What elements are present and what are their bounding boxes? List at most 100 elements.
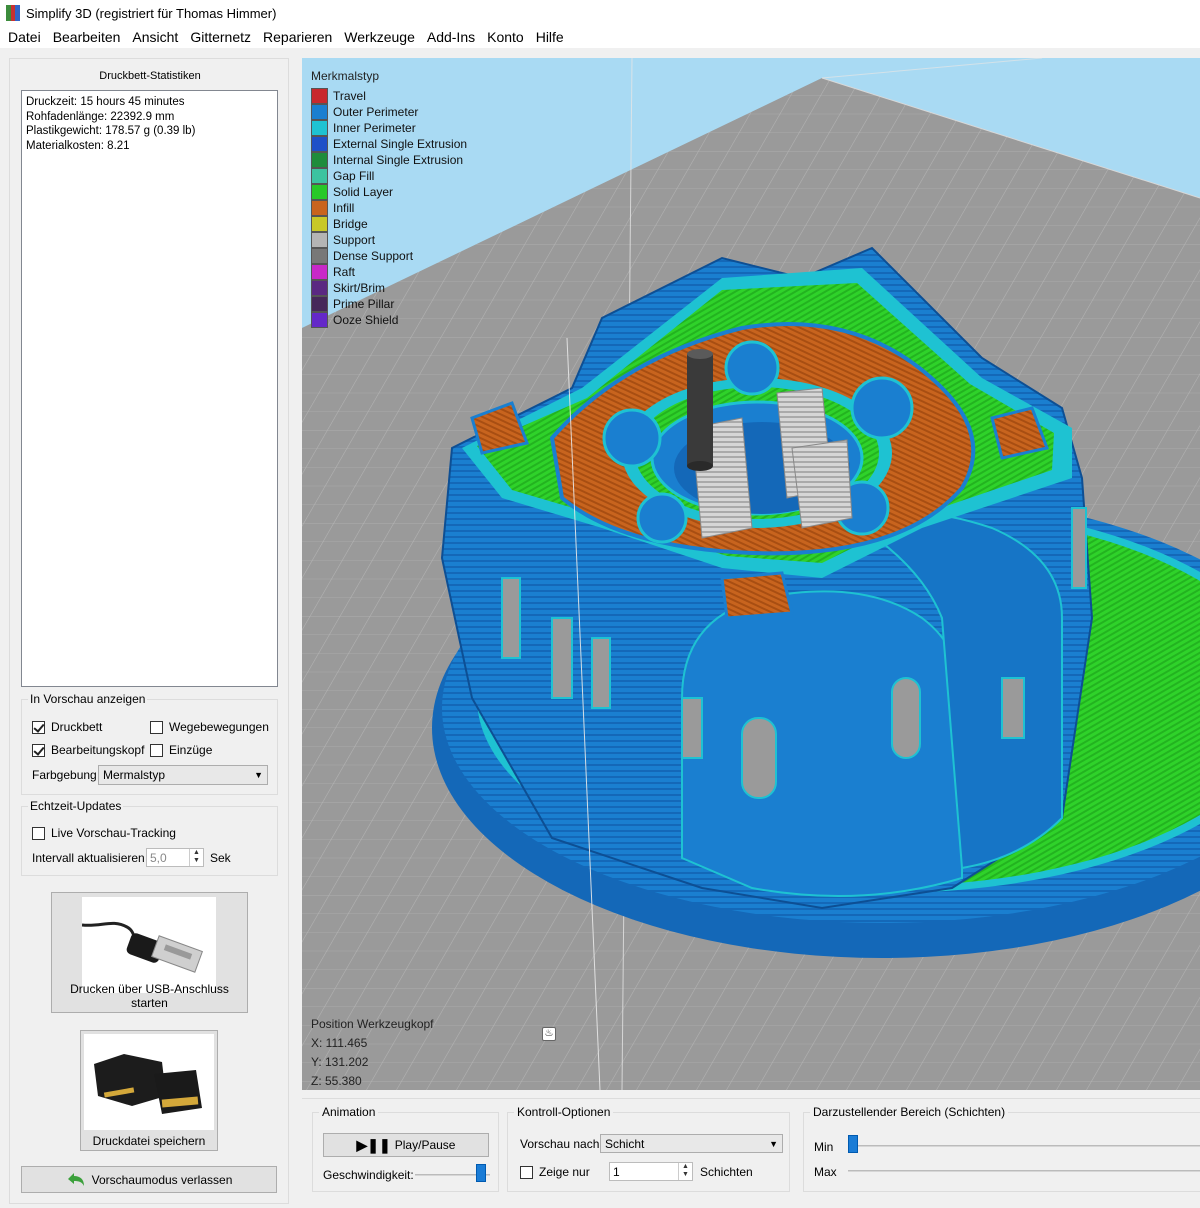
menu-gitternetz[interactable]: Gitternetz — [184, 26, 257, 48]
stats-line-print-time: Druckzeit: 15 hours 45 minutes — [26, 96, 185, 108]
live-tracking-checkbox[interactable]: Live Vorschau-Tracking — [32, 826, 176, 840]
einzuege-checkbox[interactable]: Einzüge — [150, 743, 212, 757]
stats-title: Druckbett-Statistiken — [99, 70, 201, 82]
legend-label: Skirt/Brim — [333, 281, 385, 295]
farbgebung-value: Mermalstyp — [103, 768, 166, 782]
window-title: Simplify 3D (registriert für Thomas Himm… — [26, 5, 277, 21]
menu-datei[interactable]: Datei — [2, 26, 47, 48]
speed-label: Geschwindigkeit: — [323, 1168, 414, 1182]
menu-add-ins[interactable]: Add-Ins — [421, 26, 481, 48]
interval-unit: Sek — [210, 851, 231, 865]
legend-item: Prime Pillar — [311, 296, 467, 312]
menu-bearbeiten[interactable]: Bearbeiten — [47, 26, 127, 48]
legend-label: External Single Extrusion — [333, 137, 468, 151]
range-max-slider-track[interactable] — [848, 1170, 1200, 1172]
menu-konto[interactable]: Konto — [481, 26, 530, 48]
toolhead-position-title: Position Werkzeugkopf — [311, 1017, 434, 1031]
legend-item: Inner Perimeter — [311, 120, 467, 136]
stats-line-plastic-weight: Plastikgewicht: 178.57 g (0.39 lb) — [26, 125, 196, 137]
legend-item: External Single Extrusion — [311, 136, 467, 152]
legend-swatch — [311, 280, 328, 296]
spin-arrows-icon[interactable]: ▲ ▼ — [678, 1163, 692, 1180]
show-only-checkbox-box[interactable] — [520, 1165, 533, 1179]
chevron-down-icon: ▼ — [769, 1139, 778, 1149]
interval-value: 5,0 — [150, 851, 167, 865]
play-pause-button[interactable]: ▶❚❚ Play/Pause — [323, 1133, 489, 1157]
range-min-slider-thumb[interactable] — [848, 1135, 858, 1153]
legend-swatch — [311, 88, 328, 104]
animation-panel: Animation ▶❚❚ Play/Pause Geschwindigkeit… — [312, 1105, 499, 1192]
preview-options-title: In Vorschau anzeigen — [28, 692, 148, 706]
menu-ansicht[interactable]: Ansicht — [126, 26, 184, 48]
druckbett-checkbox[interactable]: Druckbett — [32, 720, 102, 734]
preview-by-value: Schicht — [605, 1137, 645, 1151]
layers-label: Schichten — [700, 1165, 753, 1179]
menu-bar: Datei Bearbeiten Ansicht Gitternetz Repa… — [0, 26, 1200, 48]
usb-print-label: Drucken über USB-Anschluss starten — [70, 982, 229, 1010]
legend-label: Inner Perimeter — [333, 121, 416, 135]
layer-range-title: Darzustellender Bereich (Schichten) — [810, 1105, 1009, 1119]
play-pause-icon: ▶❚❚ — [356, 1136, 391, 1153]
bearbeitungskopf-checkbox-box[interactable] — [32, 743, 45, 757]
usb-cable-image — [81, 897, 216, 993]
feature-type-legend: Merkmalstyp Travel Outer Perimeter Inner P… — [311, 69, 467, 328]
legend-label: Travel — [333, 89, 366, 103]
bearbeitungskopf-checkbox[interactable]: Bearbeitungskopf — [32, 743, 144, 757]
usb-print-button[interactable]: Drucken über USB-Anschluss starten — [51, 892, 248, 1013]
save-print-file-button[interactable]: Druckdatei speichern — [80, 1030, 218, 1151]
legend-swatch — [311, 168, 328, 184]
wegebewegungen-checkbox-box[interactable] — [150, 720, 163, 734]
range-min-slider-track[interactable] — [848, 1145, 1200, 1147]
legend-item: Bridge — [311, 216, 467, 232]
3d-viewport[interactable]: Merkmalstyp Travel Outer Perimeter Inner P… — [302, 58, 1200, 1090]
app-icon — [6, 5, 21, 21]
menu-werkzeuge[interactable]: Werkzeuge — [338, 26, 421, 48]
speed-slider-thumb[interactable] — [476, 1164, 487, 1182]
legend-label: Ooze Shield — [333, 313, 399, 327]
preview-options-group: In Vorschau anzeigen Druckbett Wegebeweg… — [21, 692, 278, 795]
einzuege-checkbox-box[interactable] — [150, 743, 163, 757]
farbgebung-label: Farbgebung — [32, 768, 97, 782]
layers-spinbox[interactable]: 1 ▲ ▼ — [609, 1162, 693, 1181]
interval-label: Intervall aktualisieren — [32, 851, 145, 865]
realtime-updates-group: Echtzeit-Updates Live Vorschau-Tracking … — [21, 799, 278, 876]
control-options-panel: Kontroll-Optionen Vorschau nach Schicht … — [507, 1105, 790, 1192]
menu-reparieren[interactable]: Reparieren — [257, 26, 338, 48]
wegebewegungen-label: Wegebewegungen — [169, 720, 269, 734]
control-options-title: Kontroll-Optionen — [514, 1105, 614, 1119]
interval-spinbox[interactable]: 5,0 ▲ ▼ — [146, 848, 204, 867]
bottom-controls: Animation ▶❚❚ Play/Pause Geschwindigkeit… — [302, 1098, 1200, 1208]
save-print-file-label: Druckdatei speichern — [92, 1134, 206, 1148]
flame-icon: ♨ — [542, 1027, 556, 1041]
menu-hilfe[interactable]: Hilfe — [530, 26, 570, 48]
leave-preview-label: Vorschaumodus verlassen — [91, 1172, 233, 1187]
legend-item: Travel — [311, 88, 467, 104]
wegebewegungen-checkbox[interactable]: Wegebewegungen — [150, 720, 269, 734]
preview-sidebar: Druckbett-Statistiken Druckzeit: 15 hour… — [9, 58, 289, 1204]
show-only-checkbox[interactable]: Zeige nur — [520, 1165, 590, 1179]
realtime-updates-title: Echtzeit-Updates — [28, 799, 124, 813]
title-bar: Simplify 3D (registriert für Thomas Himm… — [0, 0, 1200, 26]
spin-arrows-icon[interactable]: ▲ ▼ — [189, 849, 203, 866]
preview-by-dropdown[interactable]: Schicht ▼ — [600, 1134, 783, 1153]
stats-textbox[interactable]: Druckzeit: 15 hours 45 minutes Rohfadenl… — [21, 90, 278, 687]
legend-swatch — [311, 184, 328, 200]
layer-range-panel: Darzustellender Bereich (Schichten) Min … — [803, 1105, 1200, 1192]
live-tracking-label: Live Vorschau-Tracking — [51, 826, 176, 840]
live-tracking-checkbox-box[interactable] — [32, 826, 45, 840]
stats-line-material-cost: Materialkosten: 8.21 — [26, 139, 130, 152]
bearbeitungskopf-label: Bearbeitungskopf — [51, 743, 145, 757]
druckbett-checkbox-box[interactable] — [32, 720, 45, 734]
sd-card-image — [84, 1034, 214, 1130]
farbgebung-dropdown[interactable]: Mermalstyp ▼ — [98, 765, 268, 785]
leave-preview-button[interactable]: Vorschaumodus verlassen — [21, 1166, 277, 1193]
druckbett-label: Druckbett — [51, 720, 103, 734]
legend-swatch — [311, 248, 328, 264]
legend-swatch — [311, 104, 328, 120]
legend-swatch — [311, 152, 328, 168]
legend-item: Dense Support — [311, 248, 467, 264]
legend-label: Solid Layer — [333, 185, 394, 199]
legend-item: Outer Perimeter — [311, 104, 467, 120]
toolhead-z: Z: 55.380 — [311, 1074, 362, 1088]
legend-title: Merkmalstyp — [311, 69, 380, 83]
